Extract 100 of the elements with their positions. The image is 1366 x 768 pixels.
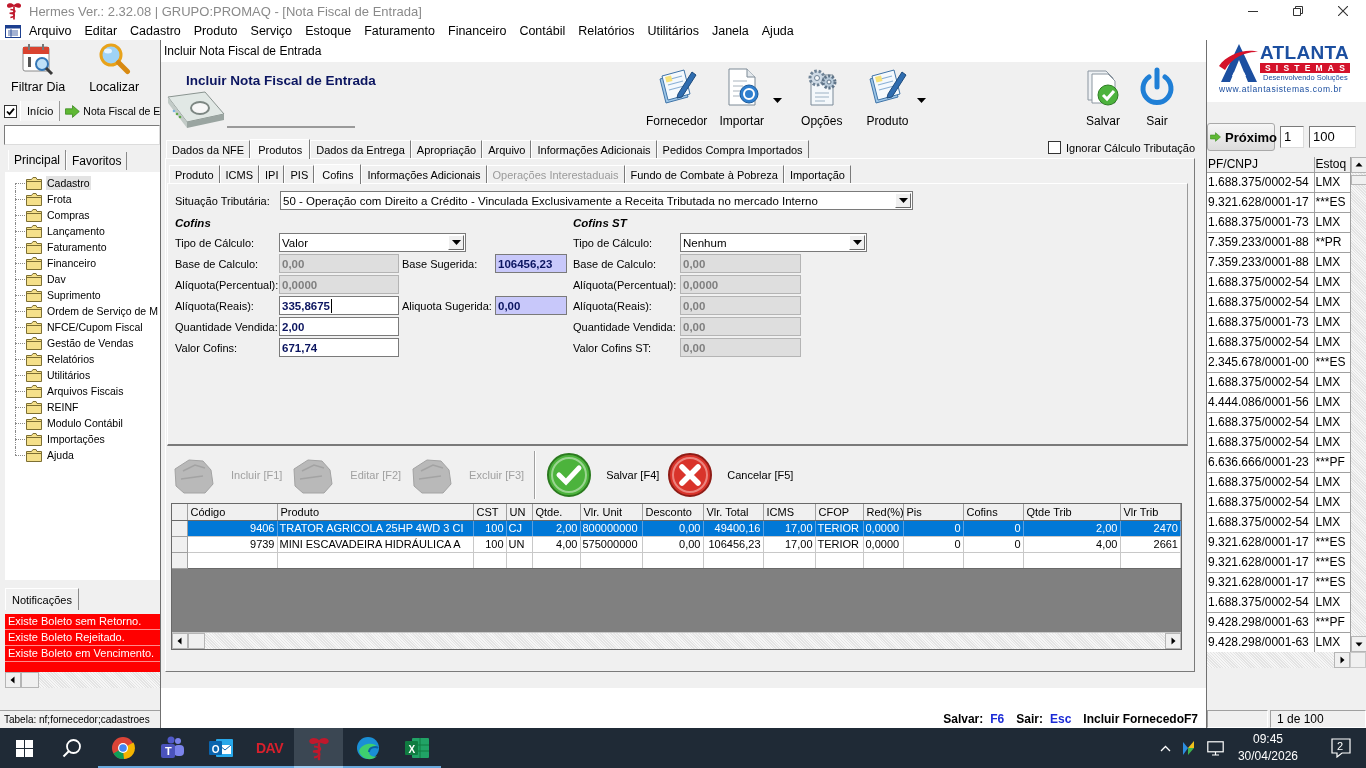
tree-item[interactable]: Financeiro	[46, 256, 98, 270]
notification-item[interactable]: Existe Boleto sem Retorno.	[5, 614, 160, 630]
column-header[interactable]: Qtde Trib	[1023, 504, 1120, 520]
menu-item[interactable]: Financeiro	[448, 24, 507, 38]
tab[interactable]: Principal	[8, 150, 67, 170]
dropdown-button[interactable]	[448, 235, 464, 250]
toolbar-button[interactable]: Opções	[798, 67, 846, 128]
taskbar-button[interactable]	[294, 728, 343, 768]
caret-down-icon[interactable]	[852, 240, 862, 245]
text-field[interactable]: 2,00	[279, 317, 399, 336]
caret-down-icon[interactable]	[451, 240, 461, 245]
tree-item[interactable]: Frota	[46, 192, 73, 206]
tab[interactable]: Dados da Entrega	[310, 140, 411, 158]
tree-item[interactable]: Suprimento	[46, 288, 102, 302]
dropdown-field[interactable]: 50 - Operação com Direito a Crédito - Vinculada Exclusivamente a Receita Tributada no mercado Interno	[280, 191, 913, 210]
menu-item[interactable]: Arquivo	[29, 24, 72, 38]
tree-item[interactable]: Dav	[46, 272, 67, 286]
window-tab[interactable]: Nota Fiscal de E	[63, 101, 160, 121]
column-header[interactable]: Vlr. Total	[703, 504, 763, 520]
menu-item[interactable]: Utilitários	[647, 24, 699, 38]
tab[interactable]: Produtos	[250, 139, 311, 159]
tree-item[interactable]: Ordem de Serviço de M	[46, 304, 159, 318]
text-field[interactable]: 0,00	[495, 296, 567, 315]
column-header[interactable]: Vlr Trib	[1120, 504, 1181, 520]
tree-item[interactable]: Faturamento	[46, 240, 108, 254]
text-field[interactable]: 335,8675	[279, 296, 399, 315]
scroll-up-icon[interactable]	[1350, 157, 1366, 173]
scroll-right-icon[interactable]	[1334, 652, 1350, 668]
checkbox[interactable]	[1048, 141, 1061, 154]
scrollbar-thumb[interactable]	[188, 633, 205, 649]
tree-item[interactable]: Gestão de Vendas	[46, 336, 135, 350]
toolbar-button[interactable]: Filtrar Dia	[8, 42, 69, 98]
taskbar-button[interactable]: T	[147, 728, 196, 768]
chevron-up-icon[interactable]	[1159, 744, 1171, 752]
checkbox-label[interactable]: Ignorar Cálculo Tributação	[1066, 141, 1195, 154]
window-tab[interactable]: Início	[20, 101, 61, 121]
tree-item[interactable]: Arquivos Fiscais	[46, 384, 125, 398]
tab[interactable]: Fundo de Combate à Pobreza	[624, 165, 784, 183]
action-button[interactable]: Salvar [F4]	[546, 451, 660, 498]
close-icon[interactable]	[1338, 6, 1348, 16]
horizontal-scrollbar[interactable]	[5, 672, 160, 688]
menu-item[interactable]: Cadastro	[130, 24, 181, 38]
taskbar-button[interactable]: O	[196, 728, 245, 768]
toolbar-button[interactable]: Salvar	[1080, 67, 1126, 128]
tab[interactable]: Apropriação	[410, 140, 483, 158]
tree-item[interactable]: Compras	[46, 208, 91, 222]
caret-down-icon[interactable]	[898, 198, 908, 203]
column-header[interactable]: Cofins	[963, 504, 1023, 520]
toolbar-button[interactable]: Sair	[1134, 67, 1180, 128]
text-field[interactable]	[4, 125, 160, 145]
scroll-left-icon[interactable]	[172, 633, 188, 649]
tab[interactable]: Produto	[169, 165, 220, 183]
dropdown-field[interactable]: Nenhum	[680, 233, 867, 252]
notification-item[interactable]: Existe Boleto em Vencimento.	[5, 646, 160, 662]
menu-item[interactable]: Estoque	[305, 24, 352, 38]
dropdown-button[interactable]	[849, 235, 865, 250]
text-field[interactable]: 1	[1280, 126, 1304, 148]
menu-item[interactable]: Editar	[84, 24, 118, 38]
tab[interactable]: Informações Adicionais	[361, 165, 487, 183]
tab[interactable]: Dados da NFE	[166, 140, 251, 158]
tab[interactable]: Importação	[783, 165, 851, 183]
tab[interactable]: Cofins	[314, 164, 362, 184]
tree-item[interactable]: Utilitários	[46, 368, 92, 382]
column-header[interactable]: Desconto	[642, 504, 703, 520]
menu-item[interactable]: Faturamento	[364, 24, 435, 38]
dropdown-button[interactable]	[895, 193, 911, 208]
scroll-right-icon[interactable]	[1165, 633, 1181, 649]
toolbar-button[interactable]: Produto	[863, 67, 912, 128]
column-header[interactable]: Código	[187, 504, 277, 520]
notification-button[interactable]: 2	[1330, 737, 1352, 759]
tree-item[interactable]: Ajuda	[46, 448, 75, 462]
column-header[interactable]: Red(%)	[863, 504, 903, 520]
text-field[interactable]: 671,74	[279, 338, 399, 357]
toolbar-button[interactable]: Fornecedor	[643, 67, 711, 128]
tab[interactable]: ICMS	[219, 165, 260, 183]
menu-item[interactable]: Relatórios	[578, 24, 635, 38]
toolbar-button[interactable]: Importar	[716, 67, 768, 128]
column-header[interactable]: UN	[506, 504, 532, 520]
notification-item[interactable]: Existe Boleto Rejeitado.	[5, 630, 160, 646]
monitor-icon[interactable]	[1206, 740, 1224, 756]
menu-item[interactable]: Ajuda	[761, 24, 794, 38]
tree-item[interactable]: Importações	[46, 432, 106, 446]
tab[interactable]: Arquivo	[482, 140, 532, 158]
column-header[interactable]: Qtde.	[532, 504, 580, 520]
tree-item[interactable]: Modulo Contábil	[46, 416, 124, 430]
checkbox[interactable]	[4, 104, 17, 118]
column-header[interactable]: PF/CNPJ	[1207, 157, 1314, 172]
column-header[interactable]: CFOP	[815, 504, 863, 520]
restore-icon[interactable]	[1293, 6, 1303, 16]
next-button[interactable]: Próximo	[1207, 123, 1275, 151]
table-icon[interactable]	[5, 24, 21, 38]
text-field[interactable]: 100	[1309, 126, 1356, 148]
toolbar-button[interactable]: Localizar	[86, 42, 143, 98]
scroll-down-icon[interactable]	[1350, 636, 1366, 652]
tree-item[interactable]: Lançamento	[46, 224, 106, 238]
tree-item[interactable]: NFCE/Cupom Fiscal	[46, 320, 144, 334]
menu-item[interactable]: Contábil	[519, 24, 566, 38]
taskbar-button[interactable]: X	[392, 728, 441, 768]
column-header[interactable]: CST	[473, 504, 506, 520]
menu-item[interactable]: Serviço	[250, 24, 293, 38]
